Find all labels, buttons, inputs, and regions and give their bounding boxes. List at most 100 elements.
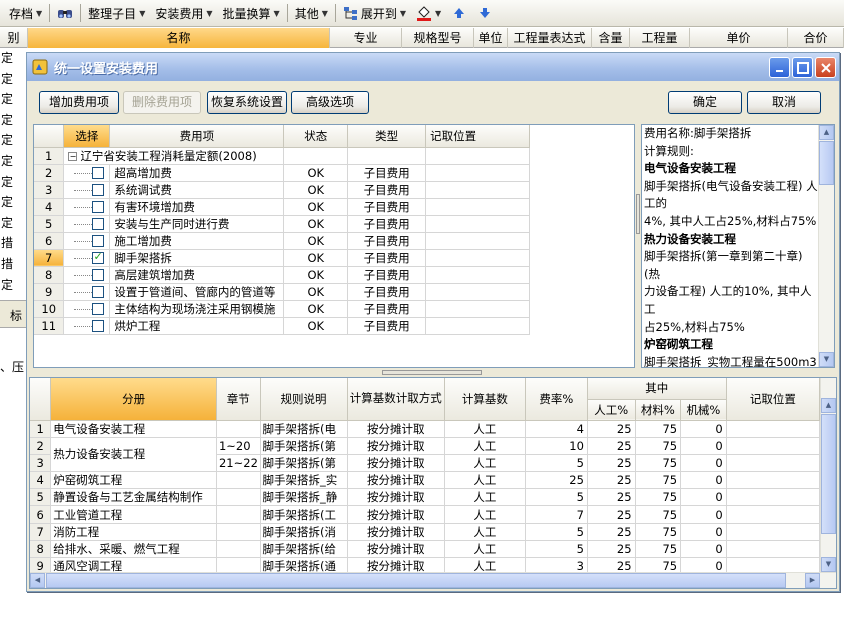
scroll-right-arrow[interactable]: ▶ (805, 573, 820, 588)
select-checkbox[interactable] (92, 269, 105, 281)
column-header-calc-method[interactable]: 计算基数计取方式 (347, 378, 445, 421)
row-number[interactable]: 4 (30, 471, 52, 490)
collapse-icon[interactable]: − (68, 151, 78, 161)
column-header-base[interactable]: 计算基数 (444, 378, 526, 421)
volume-cell[interactable]: 消防工程 (50, 523, 217, 541)
scroll-up-arrow[interactable]: ▲ (821, 398, 836, 413)
select-cell[interactable] (63, 198, 111, 216)
select-checkbox[interactable] (92, 303, 105, 315)
select-checkbox[interactable] (92, 167, 105, 179)
rate-row[interactable]: 1 电气设备安装工程 脚手架搭拆(电 按分摊计取 人工 4 25 75 0 (30, 420, 821, 438)
scroll-down-arrow[interactable]: ▼ (819, 352, 834, 367)
select-cell[interactable] (63, 317, 111, 335)
labor-cell[interactable]: 25 (587, 471, 636, 490)
select-cell[interactable] (63, 300, 111, 318)
column-header-position[interactable]: 记取位置 (726, 378, 821, 421)
splitter-grip[interactable] (636, 194, 640, 234)
volume-cell[interactable]: 静置设备与工艺金属结构制作 (50, 488, 217, 507)
fee-item-row[interactable]: 9 设置于管道间、管廊内的管道等 OK 子目费用 (34, 283, 530, 301)
save-menu[interactable]: 存档 ▼ (4, 2, 47, 24)
rate-cell[interactable]: 25 (525, 471, 588, 490)
row-number[interactable]: 7 (34, 249, 65, 267)
restore-system-settings-button[interactable]: 恢复系统设置 (207, 91, 287, 114)
select-checkbox[interactable] (92, 218, 105, 230)
select-cell[interactable] (63, 215, 111, 233)
position-cell[interactable] (425, 266, 530, 284)
select-cell[interactable] (63, 181, 111, 199)
labor-cell[interactable]: 25 (587, 488, 636, 507)
column-header-rate[interactable]: 费率% (525, 378, 588, 421)
position-cell[interactable] (425, 249, 530, 267)
fee-item-row[interactable]: 7 脚手架搭拆 OK子目费用 (34, 249, 530, 267)
row-number[interactable]: 2 (34, 164, 65, 182)
row-number[interactable]: 5 (34, 215, 65, 233)
machine-cell[interactable]: 0 (680, 523, 727, 541)
chapter-cell[interactable] (216, 523, 261, 541)
rate-row[interactable]: 2 热力设备安装工程 1~20 脚手架搭拆(第 按分摊计取 人工 10 25 75 0 (30, 437, 821, 473)
position-cell[interactable] (425, 164, 530, 182)
batch-convert-menu[interactable]: 批量换算 ▼ (218, 2, 285, 24)
scroll-thumb[interactable] (46, 573, 786, 588)
rate-row[interactable]: 7 消防工程 脚手架搭拆(消 按分摊计取 人工 5 25 75 0 (30, 523, 821, 541)
chapter-cell[interactable]: 1~20 (216, 437, 261, 455)
volume-cell[interactable]: 工业管道工程 (50, 505, 217, 524)
select-cell[interactable] (63, 232, 111, 250)
position-cell[interactable] (726, 454, 821, 473)
column-header[interactable]: 单价 (690, 28, 788, 48)
position-cell[interactable] (726, 420, 821, 438)
labor-cell[interactable]: 25 (587, 523, 636, 541)
column-header-rule[interactable]: 规则说明 (260, 378, 348, 421)
description-scrollbar[interactable]: ▲ ▼ (818, 125, 834, 367)
base-cell[interactable]: 人工 (444, 437, 526, 455)
row-number[interactable]: 6 (34, 232, 65, 250)
row-number[interactable]: 6 (30, 505, 52, 524)
chapter-cell[interactable] (216, 505, 261, 524)
volume-cell[interactable]: 热力设备安装工程 (50, 437, 217, 473)
labor-cell[interactable]: 25 (587, 437, 636, 455)
details-horizontal-scrollbar[interactable]: ◀ ▶ (30, 572, 836, 588)
fee-item-row[interactable]: 11 烘炉工程 OK 子目费用 (34, 317, 530, 335)
rate-row[interactable]: 4 炉窑砌筑工程 脚手架搭拆_实 按分摊计取 人工 25 25 75 0 (30, 471, 821, 490)
background-tab-label[interactable]: 标 (10, 309, 22, 323)
rule-cell[interactable]: 脚手架搭拆(消 (260, 523, 348, 541)
close-button[interactable] (815, 57, 836, 78)
column-header-chapter[interactable]: 章节 (216, 378, 261, 421)
rule-cell[interactable]: 脚手架搭拆(第 (260, 454, 348, 473)
labor-cell[interactable]: 25 (587, 505, 636, 524)
select-checkbox[interactable] (92, 184, 105, 196)
rate-cell[interactable]: 5 (525, 454, 588, 473)
move-up-button[interactable] (446, 2, 472, 24)
base-cell[interactable]: 人工 (444, 454, 526, 473)
base-cell[interactable]: 人工 (444, 540, 526, 559)
rule-cell[interactable]: 脚手架搭拆(工 (260, 505, 348, 524)
row-number[interactable]: 8 (34, 266, 65, 284)
move-down-button[interactable] (472, 2, 498, 24)
delete-fee-item-button[interactable]: 删除费用项 (123, 91, 201, 114)
row-number[interactable]: 11 (34, 317, 65, 335)
rate-row[interactable]: 5 静置设备与工艺金属结构制作 脚手架搭拆_静 按分摊计取 人工 5 25 75 0 (30, 488, 821, 507)
position-cell[interactable] (425, 147, 530, 165)
chapter-cell[interactable] (216, 471, 261, 490)
column-header-select[interactable]: 选择 (63, 125, 111, 148)
rule-cell[interactable]: 脚手架搭拆_实 (260, 471, 348, 490)
calc-method-cell[interactable]: 按分摊计取 (347, 420, 445, 438)
select-cell[interactable] (63, 249, 111, 267)
advanced-options-button[interactable]: 高级选项 (291, 91, 369, 114)
expand-to-menu[interactable]: 展开到 ▼ (338, 2, 411, 24)
position-cell[interactable] (726, 471, 821, 490)
fee-item-row[interactable]: 4 有害环境增加费 OK 子目费用 (34, 198, 530, 216)
row-number[interactable]: 1 (34, 147, 65, 165)
rule-cell[interactable]: 脚手架搭拆(给 (260, 540, 348, 559)
position-cell[interactable] (425, 215, 530, 233)
column-header-fee-item[interactable]: 费用项 (109, 125, 285, 148)
column-header-position[interactable]: 记取位置 (425, 125, 530, 148)
material-cell[interactable]: 75 (635, 540, 682, 559)
maximize-button[interactable] (792, 57, 813, 78)
select-checkbox[interactable] (92, 286, 105, 298)
machine-cell[interactable]: 0 (680, 454, 727, 473)
material-cell[interactable]: 75 (635, 437, 682, 455)
fee-item-row[interactable]: 10 主体结构为现场浇注采用钢模施 OK 子目费用 (34, 300, 530, 318)
row-number[interactable]: 9 (34, 283, 65, 301)
select-cell[interactable] (63, 164, 111, 182)
base-cell[interactable]: 人工 (444, 523, 526, 541)
